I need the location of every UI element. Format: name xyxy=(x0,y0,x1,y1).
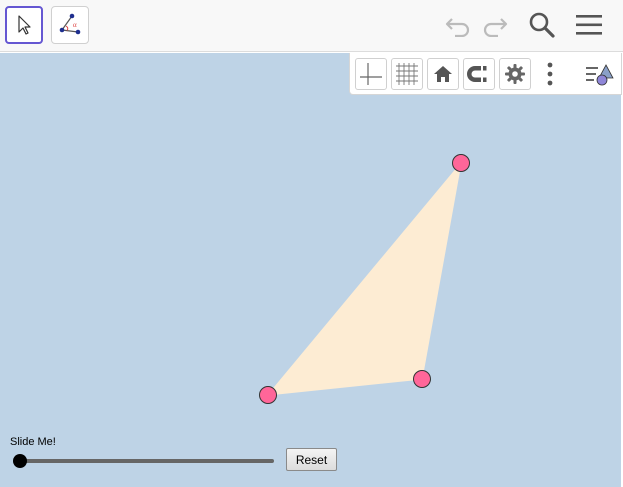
reset-button[interactable]: Reset xyxy=(286,448,337,471)
point-capture-magnet-icon xyxy=(467,66,487,82)
axes-icon xyxy=(360,63,382,85)
home-icon xyxy=(434,66,452,82)
graphics-svg xyxy=(259,154,470,404)
grid-icon xyxy=(396,63,418,85)
triangle-polygon[interactable] xyxy=(266,161,462,396)
search-icon xyxy=(529,12,555,38)
graphics-style-bar xyxy=(349,53,622,95)
point-tools-icon: α xyxy=(59,13,81,35)
slider-knob[interactable] xyxy=(13,454,27,468)
slider-track[interactable] xyxy=(18,459,274,463)
hamburger-menu-icon xyxy=(576,15,602,35)
slider-label: Slide Me! xyxy=(10,436,56,448)
top-toolbar: α xyxy=(0,0,623,52)
undo-button[interactable] xyxy=(441,8,475,42)
more-vertical-icon xyxy=(547,62,553,86)
toggle-grid-button[interactable] xyxy=(391,58,423,90)
more-options-button[interactable] xyxy=(535,58,565,90)
main-menu-button[interactable] xyxy=(572,8,606,42)
gear-icon xyxy=(505,64,525,84)
toggle-style-bar-button[interactable] xyxy=(582,58,618,90)
standard-view-button[interactable] xyxy=(427,58,459,90)
toggle-style-bar-icon xyxy=(586,64,614,86)
point-tools-button[interactable]: α xyxy=(51,6,89,44)
svg-text:α: α xyxy=(73,21,77,29)
toggle-axes-button[interactable] xyxy=(355,58,387,90)
graphics-view[interactable] xyxy=(0,53,621,487)
vertex-point-b[interactable] xyxy=(413,370,431,388)
move-arrow-icon xyxy=(18,15,31,35)
undo-icon xyxy=(445,18,470,37)
move-tool-button[interactable] xyxy=(5,6,43,44)
search-button[interactable] xyxy=(525,8,559,42)
point-capturing-button[interactable] xyxy=(463,58,495,90)
redo-icon xyxy=(483,18,508,37)
settings-button[interactable] xyxy=(499,58,531,90)
vertex-point-a[interactable] xyxy=(452,154,470,172)
redo-button[interactable] xyxy=(478,8,512,42)
vertex-point-c[interactable] xyxy=(259,386,277,404)
